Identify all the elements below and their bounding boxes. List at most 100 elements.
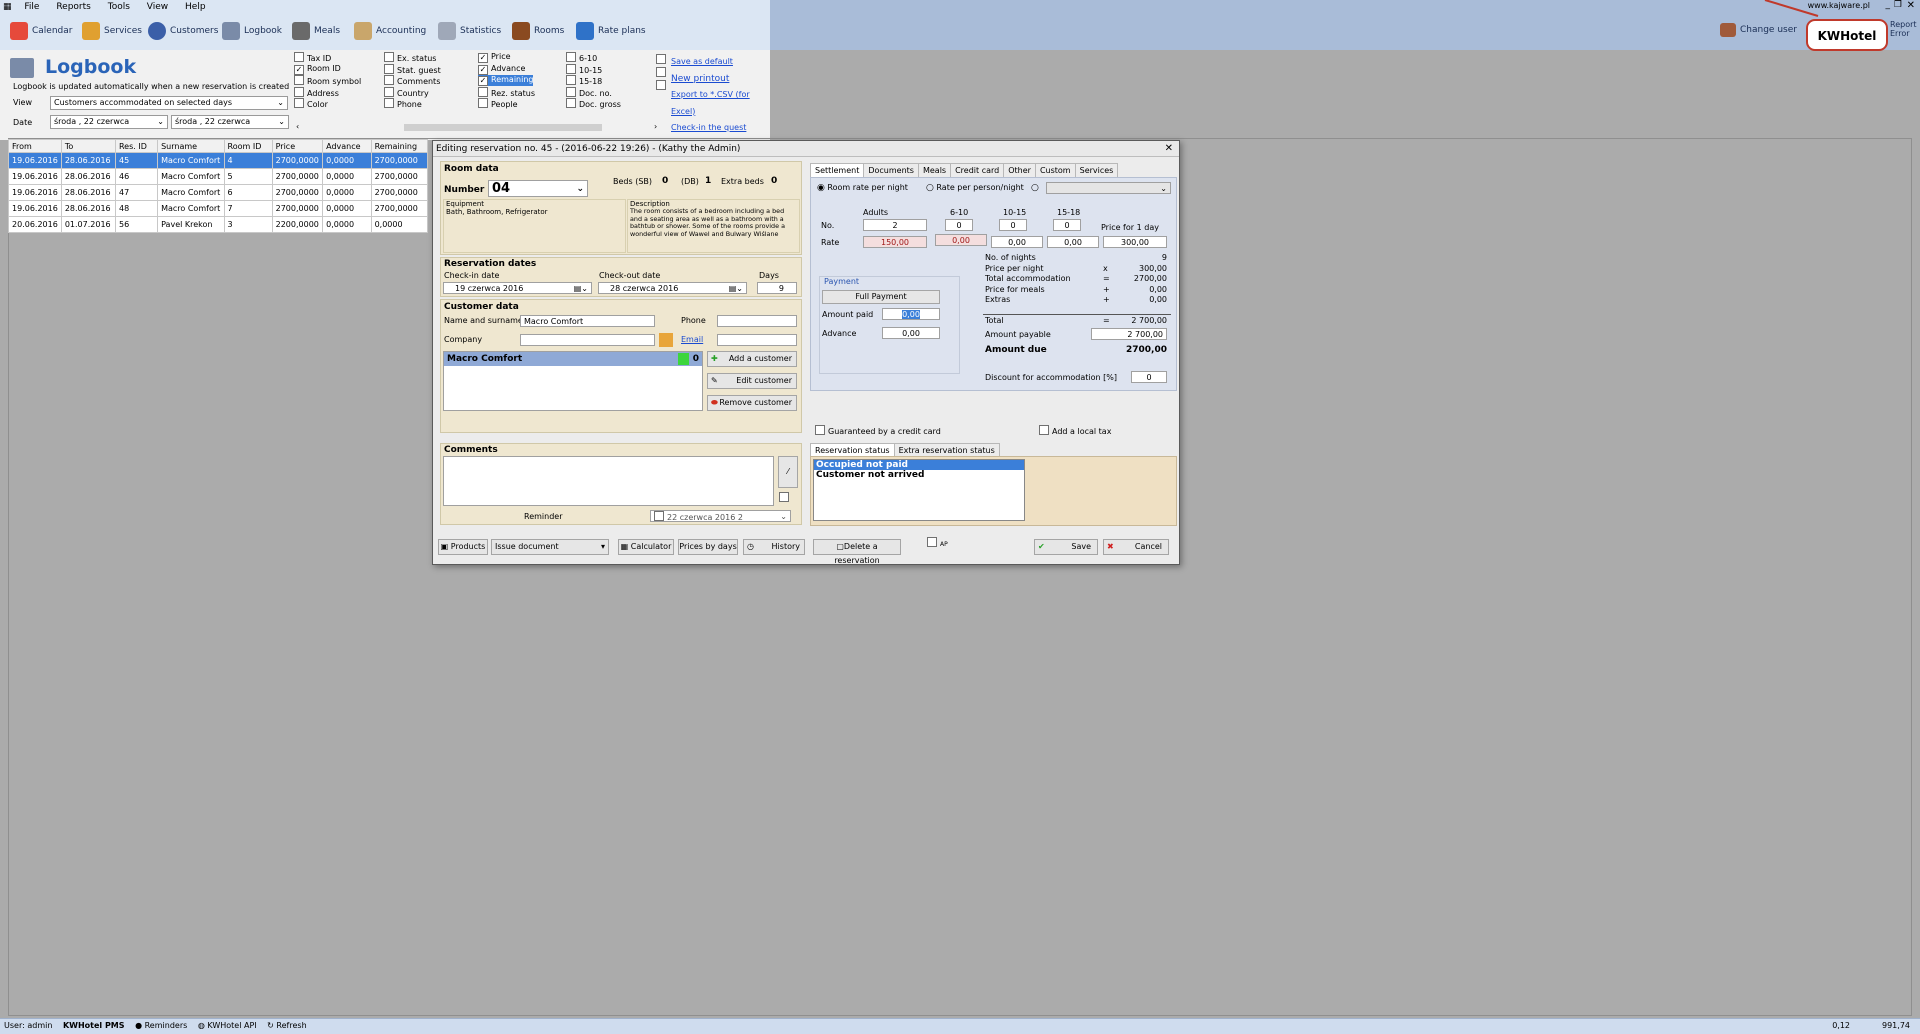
checkbox[interactable] (294, 75, 304, 85)
column-option[interactable]: ✓ Room ID (294, 64, 341, 75)
close-icon[interactable]: ✕ (1907, 0, 1915, 11)
checkin-guest-link[interactable]: Check-in the quest (671, 120, 770, 137)
table-row[interactable]: 19.06.2016 28.06.2016 48 Macro Comfort 7 2700… (8, 200, 429, 217)
status-item-occupied[interactable]: Occupied not paid (814, 460, 1024, 470)
date-to-picker[interactable]: środa , 22 czerwca ⌄ (171, 115, 289, 129)
tab-settlement[interactable]: Settlement (810, 163, 865, 177)
age-6-10-count[interactable]: 0 (945, 219, 973, 231)
column-option[interactable]: Phone (384, 98, 422, 109)
column-option[interactable]: Room symbol (294, 75, 361, 86)
room-rate-radio[interactable]: ◉ Room rate per night (817, 183, 908, 193)
column-option[interactable]: ✓ Advance (478, 64, 525, 75)
paid-input[interactable]: 0,00 (882, 308, 940, 320)
checkbox[interactable] (384, 52, 394, 62)
remove-customer-button[interactable]: ⬬ Remove customer (707, 395, 797, 411)
column-option[interactable]: Ex. status (384, 52, 436, 63)
column-option[interactable]: 10-15 (566, 63, 602, 75)
reminder-date-picker[interactable]: 22 czerwca 2016 2 ⌄ (650, 510, 791, 522)
table-row[interactable]: 19.06.2016 28.06.2016 45 Macro Comfort 4 2700… (8, 152, 429, 169)
toolbar-rooms[interactable]: Rooms (512, 18, 564, 44)
change-user-button[interactable]: Change user (1720, 23, 1797, 37)
tab-custom[interactable]: Custom (1034, 163, 1076, 177)
age-15-18-rate[interactable]: 0,00 (1047, 236, 1099, 248)
checkbox[interactable] (294, 98, 304, 108)
checkbox[interactable]: ✓ (478, 64, 488, 75)
scroll-right-icon[interactable]: › (654, 122, 657, 131)
issue-document-select[interactable]: Issue document ▾ (491, 539, 609, 555)
tab-meals[interactable]: Meals (917, 163, 952, 177)
adults-rate[interactable]: 150,00 (863, 236, 927, 248)
list-item[interactable]: Macro Comfort 0 (444, 352, 702, 366)
column-header[interactable]: Remaining (370, 139, 429, 153)
toolbar-logbook[interactable]: Logbook (222, 18, 282, 44)
column-header[interactable]: From (8, 139, 62, 153)
person-rate-radio[interactable]: ○ Rate per person/night (926, 183, 1024, 193)
full-payment-button[interactable]: Full Payment (822, 290, 940, 304)
tab-credit-card[interactable]: Credit card (950, 163, 1005, 177)
column-option[interactable]: 6-10 (566, 52, 597, 63)
extra-checkbox-1[interactable] (656, 54, 666, 64)
tab-extra-status[interactable]: Extra reservation status (893, 443, 1000, 457)
checkbox[interactable] (384, 75, 394, 85)
column-header[interactable]: Advance (322, 139, 372, 153)
table-row[interactable]: 19.06.2016 28.06.2016 47 Macro Comfort 6 2700… (8, 184, 429, 201)
phone-input[interactable] (717, 315, 797, 327)
report-error-button[interactable]: Report Error (1890, 20, 1918, 38)
checkbox[interactable] (384, 63, 394, 74)
checkbox[interactable]: ✓ (478, 53, 488, 63)
comments-textarea[interactable] (443, 456, 774, 506)
column-option[interactable]: Address (294, 86, 339, 98)
toolbar-customers[interactable]: Customers (148, 18, 218, 44)
save-button[interactable]: ✔ Save (1034, 539, 1098, 555)
api-button[interactable]: ◍ KWHotel API (190, 1021, 257, 1030)
dialog-close-icon[interactable]: ✕ (1165, 141, 1173, 157)
toolbar-meals[interactable]: Meals (292, 18, 340, 44)
company-input[interactable] (520, 334, 655, 346)
column-option[interactable]: 15-18 (566, 75, 602, 86)
column-option[interactable]: Color (294, 98, 328, 109)
edit-comment-icon[interactable]: ⁄ (778, 456, 798, 488)
edit-customer-button[interactable]: ✎ Edit customer (707, 373, 797, 389)
new-printout-link[interactable]: New printout (671, 71, 770, 88)
plan-radio[interactable]: ○ (1031, 183, 1039, 193)
products-button[interactable]: ▣ Products (438, 539, 488, 555)
save-default-link[interactable]: Save as default (671, 54, 770, 71)
toolbar-statistics[interactable]: Statistics (438, 18, 501, 44)
checkbox[interactable] (478, 98, 488, 108)
days-stepper[interactable]: 9 (757, 282, 797, 294)
column-header[interactable]: Res. ID (114, 139, 159, 153)
history-button[interactable]: ◷ History (743, 539, 805, 555)
options-scrollbar[interactable]: ‹ › (296, 122, 666, 132)
toolbar-rate-plans[interactable]: Rate plans (576, 18, 646, 44)
checkbox[interactable] (478, 86, 488, 97)
age-15-18-count[interactable]: 0 (1053, 219, 1081, 231)
ap-checkbox[interactable]: AP (927, 537, 948, 548)
menu-reports[interactable]: Reports (49, 0, 98, 14)
local-tax-checkbox[interactable]: Add a local tax (1039, 425, 1111, 436)
toolbar-accounting[interactable]: Accounting (354, 18, 426, 44)
checkin-date-picker[interactable]: 19 czerwca 2016 ▤⌄ (443, 282, 592, 294)
room-number-select[interactable]: 04 ⌄ (488, 180, 588, 197)
status-item-not-arrived[interactable]: Customer not arrived (814, 470, 1024, 480)
checkbox[interactable] (384, 86, 394, 97)
checkbox[interactable] (384, 98, 394, 108)
checkout-date-picker[interactable]: 28 czerwca 2016 ▤⌄ (598, 282, 747, 294)
email-link[interactable]: Email (681, 335, 703, 344)
checkbox[interactable] (294, 52, 304, 62)
column-option[interactable]: Comments (384, 75, 440, 86)
adults-count[interactable]: 2 (863, 219, 927, 231)
table-row[interactable]: 19.06.2016 28.06.2016 46 Macro Comfort 5 2700… (8, 168, 429, 185)
column-option[interactable]: ✓ Remaining (478, 75, 534, 86)
rate-plan-select[interactable]: ⌄ (1046, 182, 1171, 194)
column-option[interactable]: Stat. guest (384, 63, 441, 75)
column-option[interactable]: Doc. no. (566, 86, 612, 98)
column-option[interactable]: Country (384, 86, 429, 98)
column-header[interactable]: Surname (157, 139, 225, 153)
add-customer-button[interactable]: ✚ Add a customer (707, 351, 797, 367)
name-input[interactable]: Macro Comfort (520, 315, 655, 327)
column-header[interactable]: Room ID (223, 139, 273, 153)
menu-tools[interactable]: Tools (101, 0, 137, 14)
menu-file[interactable]: File (17, 0, 46, 14)
extra-checkbox-3[interactable] (656, 80, 666, 90)
menu-view[interactable]: View (140, 0, 175, 14)
